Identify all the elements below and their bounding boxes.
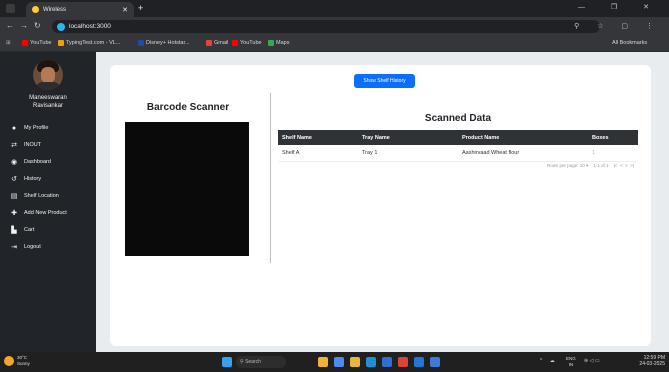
- apps-icon[interactable]: ⊞: [6, 40, 11, 46]
- sidebar-item-shelf-location[interactable]: ▤ Shelf Location: [10, 191, 59, 201]
- site-info-icon[interactable]: [57, 22, 65, 31]
- bookmarks-bar: ⊞ YouTube TypingTest.com - VL... Disney+…: [0, 36, 669, 52]
- windows-start-icon[interactable]: [222, 357, 232, 367]
- url-text: localhost:3000: [69, 23, 111, 30]
- taskbar-app-icon-3[interactable]: [366, 357, 376, 367]
- bookmark-maps[interactable]: Maps: [268, 40, 289, 46]
- weather-widget[interactable]: 30°C Sunny: [4, 355, 30, 367]
- cell-shelf-name: Shelf A: [278, 145, 358, 162]
- sidebar-item-dashboard[interactable]: ◉ Dashboard: [10, 157, 51, 167]
- section-divider: [270, 93, 271, 263]
- window-controls[interactable]: — ❐ ✕: [578, 3, 661, 11]
- taskbar-app-icon-2[interactable]: [334, 357, 344, 367]
- taskbar-search[interactable]: ⚲ Search: [236, 356, 286, 368]
- rows-per-page-select[interactable]: 10: [580, 163, 585, 168]
- sidebar-item-inout[interactable]: ⇄ INOUT: [10, 140, 41, 150]
- table-row[interactable]: Shelf A Tray 1 Aashirvaad Wheat flour 1: [278, 145, 638, 162]
- taskbar-app-icon-1[interactable]: [318, 357, 328, 367]
- pagination-range: 1-1 of 1: [593, 163, 609, 168]
- plus-icon: ✚: [11, 210, 17, 217]
- vscode-icon[interactable]: [414, 357, 424, 367]
- sidebar-item-history[interactable]: ↺ History: [10, 174, 41, 184]
- clock[interactable]: 12:59 PM 24-03-2025: [639, 355, 665, 367]
- user-icon: ●: [11, 124, 17, 132]
- tab-title: Wireless: [43, 6, 67, 13]
- os-taskbar: 30°C Sunny ⚲ Search ^ ☁ ENG IN ⊜ ◁ ▭ 12:5…: [0, 352, 669, 372]
- sidebar-item-add-product[interactable]: ✚ Add New Product: [10, 208, 67, 218]
- taskbar-app-icon-5[interactable]: [430, 357, 440, 367]
- rows-per-page-label: Rows per page:: [546, 163, 579, 168]
- file-explorer-icon[interactable]: [350, 357, 360, 367]
- bookmark-youtube-2[interactable]: YouTube: [232, 40, 262, 46]
- scanned-data-table: Shelf Name Tray Name Product Name Boxes …: [278, 130, 638, 162]
- browser-tab-bar: Wireless ✕ + — ❐ ✕: [0, 0, 669, 17]
- avatar: [33, 60, 63, 90]
- next-page-icon[interactable]: >: [625, 163, 628, 168]
- sidebar: Maneeswaran Ravisankar ● My Profile ⇄ INOU…: [0, 52, 96, 352]
- taskbar-app-icon-4[interactable]: [382, 357, 392, 367]
- sidebar-item-logout[interactable]: ⇥ Logout: [10, 242, 41, 252]
- chrome-icon[interactable]: [398, 357, 408, 367]
- swap-icon: ⇄: [11, 142, 17, 149]
- user-name: Maneeswaran Ravisankar: [29, 95, 67, 109]
- tab-menu-button[interactable]: [6, 4, 15, 13]
- reload-icon[interactable]: ↻: [34, 21, 41, 30]
- shelf-icon: ▤: [10, 193, 18, 200]
- address-bar[interactable]: localhost:3000: [52, 20, 600, 33]
- forward-icon[interactable]: →: [20, 21, 28, 30]
- logout-icon: ⇥: [11, 244, 17, 251]
- back-icon[interactable]: ←: [6, 21, 14, 30]
- prev-page-icon[interactable]: <: [620, 163, 623, 168]
- history-icon: ↺: [11, 176, 17, 183]
- new-tab-icon[interactable]: +: [138, 3, 143, 13]
- table-header-row: Shelf Name Tray Name Product Name Boxes: [278, 130, 638, 145]
- main-card: Show Shelf History Barcode Scanner Scann…: [110, 65, 651, 346]
- column-product-name[interactable]: Product Name: [458, 130, 588, 145]
- barcode-scanner-title: Barcode Scanner: [146, 102, 230, 113]
- barcode-scanner-view: [125, 122, 249, 256]
- browser-toolbar-icons[interactable]: ⚲ ☆ ▢ ⋮: [574, 22, 661, 30]
- column-shelf-name[interactable]: Shelf Name: [278, 130, 358, 145]
- last-page-icon[interactable]: >|: [630, 163, 634, 168]
- bookmark-gmail[interactable]: Gmail: [206, 40, 228, 46]
- first-page-icon[interactable]: |<: [614, 163, 618, 168]
- browser-nav-bar: ← → ↻ localhost:3000 ⚲ ☆ ▢ ⋮: [0, 17, 669, 36]
- app-page: Maneeswaran Ravisankar ● My Profile ⇄ INOU…: [0, 52, 669, 352]
- cell-tray-name: Tray 1: [358, 145, 458, 162]
- cart-icon: ▙: [11, 227, 17, 234]
- bookmark-hotstar[interactable]: Disney+ Hotstar...: [138, 40, 190, 46]
- scanned-data-title: Scanned Data: [424, 113, 492, 124]
- sidebar-item-cart[interactable]: ▙ Cart: [10, 225, 34, 235]
- table-pagination: Rows per page: 10 ▾ 1-1 of 1 |< < > >|: [546, 163, 634, 168]
- sidebar-item-profile[interactable]: ● My Profile: [10, 123, 49, 133]
- column-boxes[interactable]: Boxes: [588, 130, 638, 145]
- all-bookmarks[interactable]: All Bookmarks: [612, 40, 647, 46]
- browser-tab[interactable]: Wireless ✕: [26, 2, 134, 17]
- cell-product-name: Aashirvaad Wheat flour: [458, 145, 588, 162]
- bookmark-youtube-1[interactable]: YouTube: [22, 40, 52, 46]
- show-shelf-history-button[interactable]: Show Shelf History: [354, 74, 415, 88]
- tab-favicon-icon: [32, 6, 39, 13]
- cell-boxes: 1: [588, 145, 638, 162]
- column-tray-name[interactable]: Tray Name: [358, 130, 458, 145]
- network-volume-icons[interactable]: ⊜ ◁ ▭: [584, 358, 600, 364]
- dashboard-icon: ◉: [10, 159, 18, 166]
- bookmark-typingtest[interactable]: TypingTest.com - VL...: [58, 40, 120, 46]
- language-indicator[interactable]: ENG IN: [566, 356, 576, 368]
- tab-close-icon[interactable]: ✕: [122, 6, 128, 14]
- system-tray-icons[interactable]: ^ ☁: [540, 358, 558, 364]
- sun-icon: [4, 356, 14, 366]
